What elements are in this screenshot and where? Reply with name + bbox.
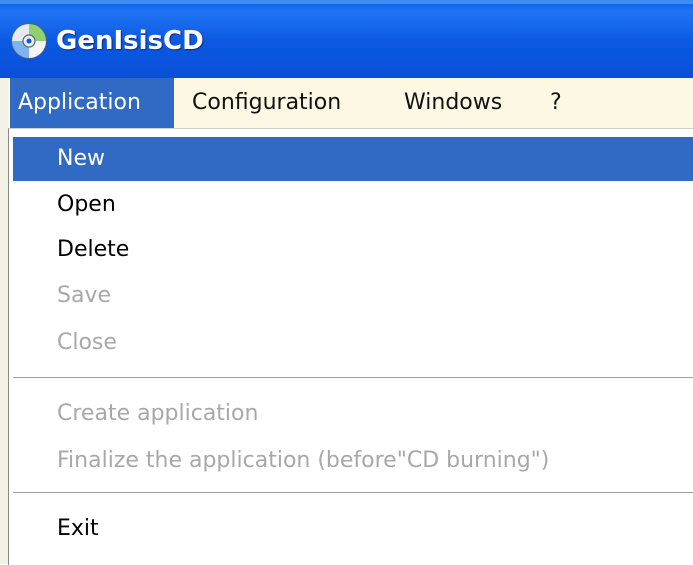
- menu-bar: Application Configuration Windows ?: [0, 78, 693, 129]
- menu-item-exit[interactable]: Exit: [13, 507, 693, 551]
- menu-item-finalize-application[interactable]: Finalize the application (before"CD burn…: [13, 439, 693, 483]
- menu-item-create-application[interactable]: Create application: [13, 392, 693, 436]
- title-bar[interactable]: GenIsisCD: [0, 0, 693, 78]
- menu-help[interactable]: ?: [542, 78, 572, 128]
- title-bar-highlight: [0, 0, 693, 4]
- menu-separator: [13, 492, 693, 496]
- menu-separator: [13, 377, 693, 381]
- menu-item-close[interactable]: Close: [13, 321, 693, 365]
- menu-configuration[interactable]: Configuration: [184, 78, 374, 128]
- menu-item-new[interactable]: New: [13, 137, 693, 181]
- menu-item-delete[interactable]: Delete: [13, 228, 693, 272]
- application-dropdown-menu: New Open Delete Save Close Create applic…: [8, 128, 693, 565]
- menu-item-save[interactable]: Save: [13, 274, 693, 318]
- window-left-border: [0, 78, 8, 564]
- menu-windows[interactable]: Windows: [396, 78, 524, 128]
- cd-disc-icon: [11, 23, 47, 59]
- menu-application[interactable]: Application: [10, 78, 174, 128]
- menu-item-open[interactable]: Open: [13, 183, 693, 227]
- application-window: GenIsisCD Application Configuration Wind…: [0, 0, 693, 565]
- window-title: GenIsisCD: [56, 26, 204, 56]
